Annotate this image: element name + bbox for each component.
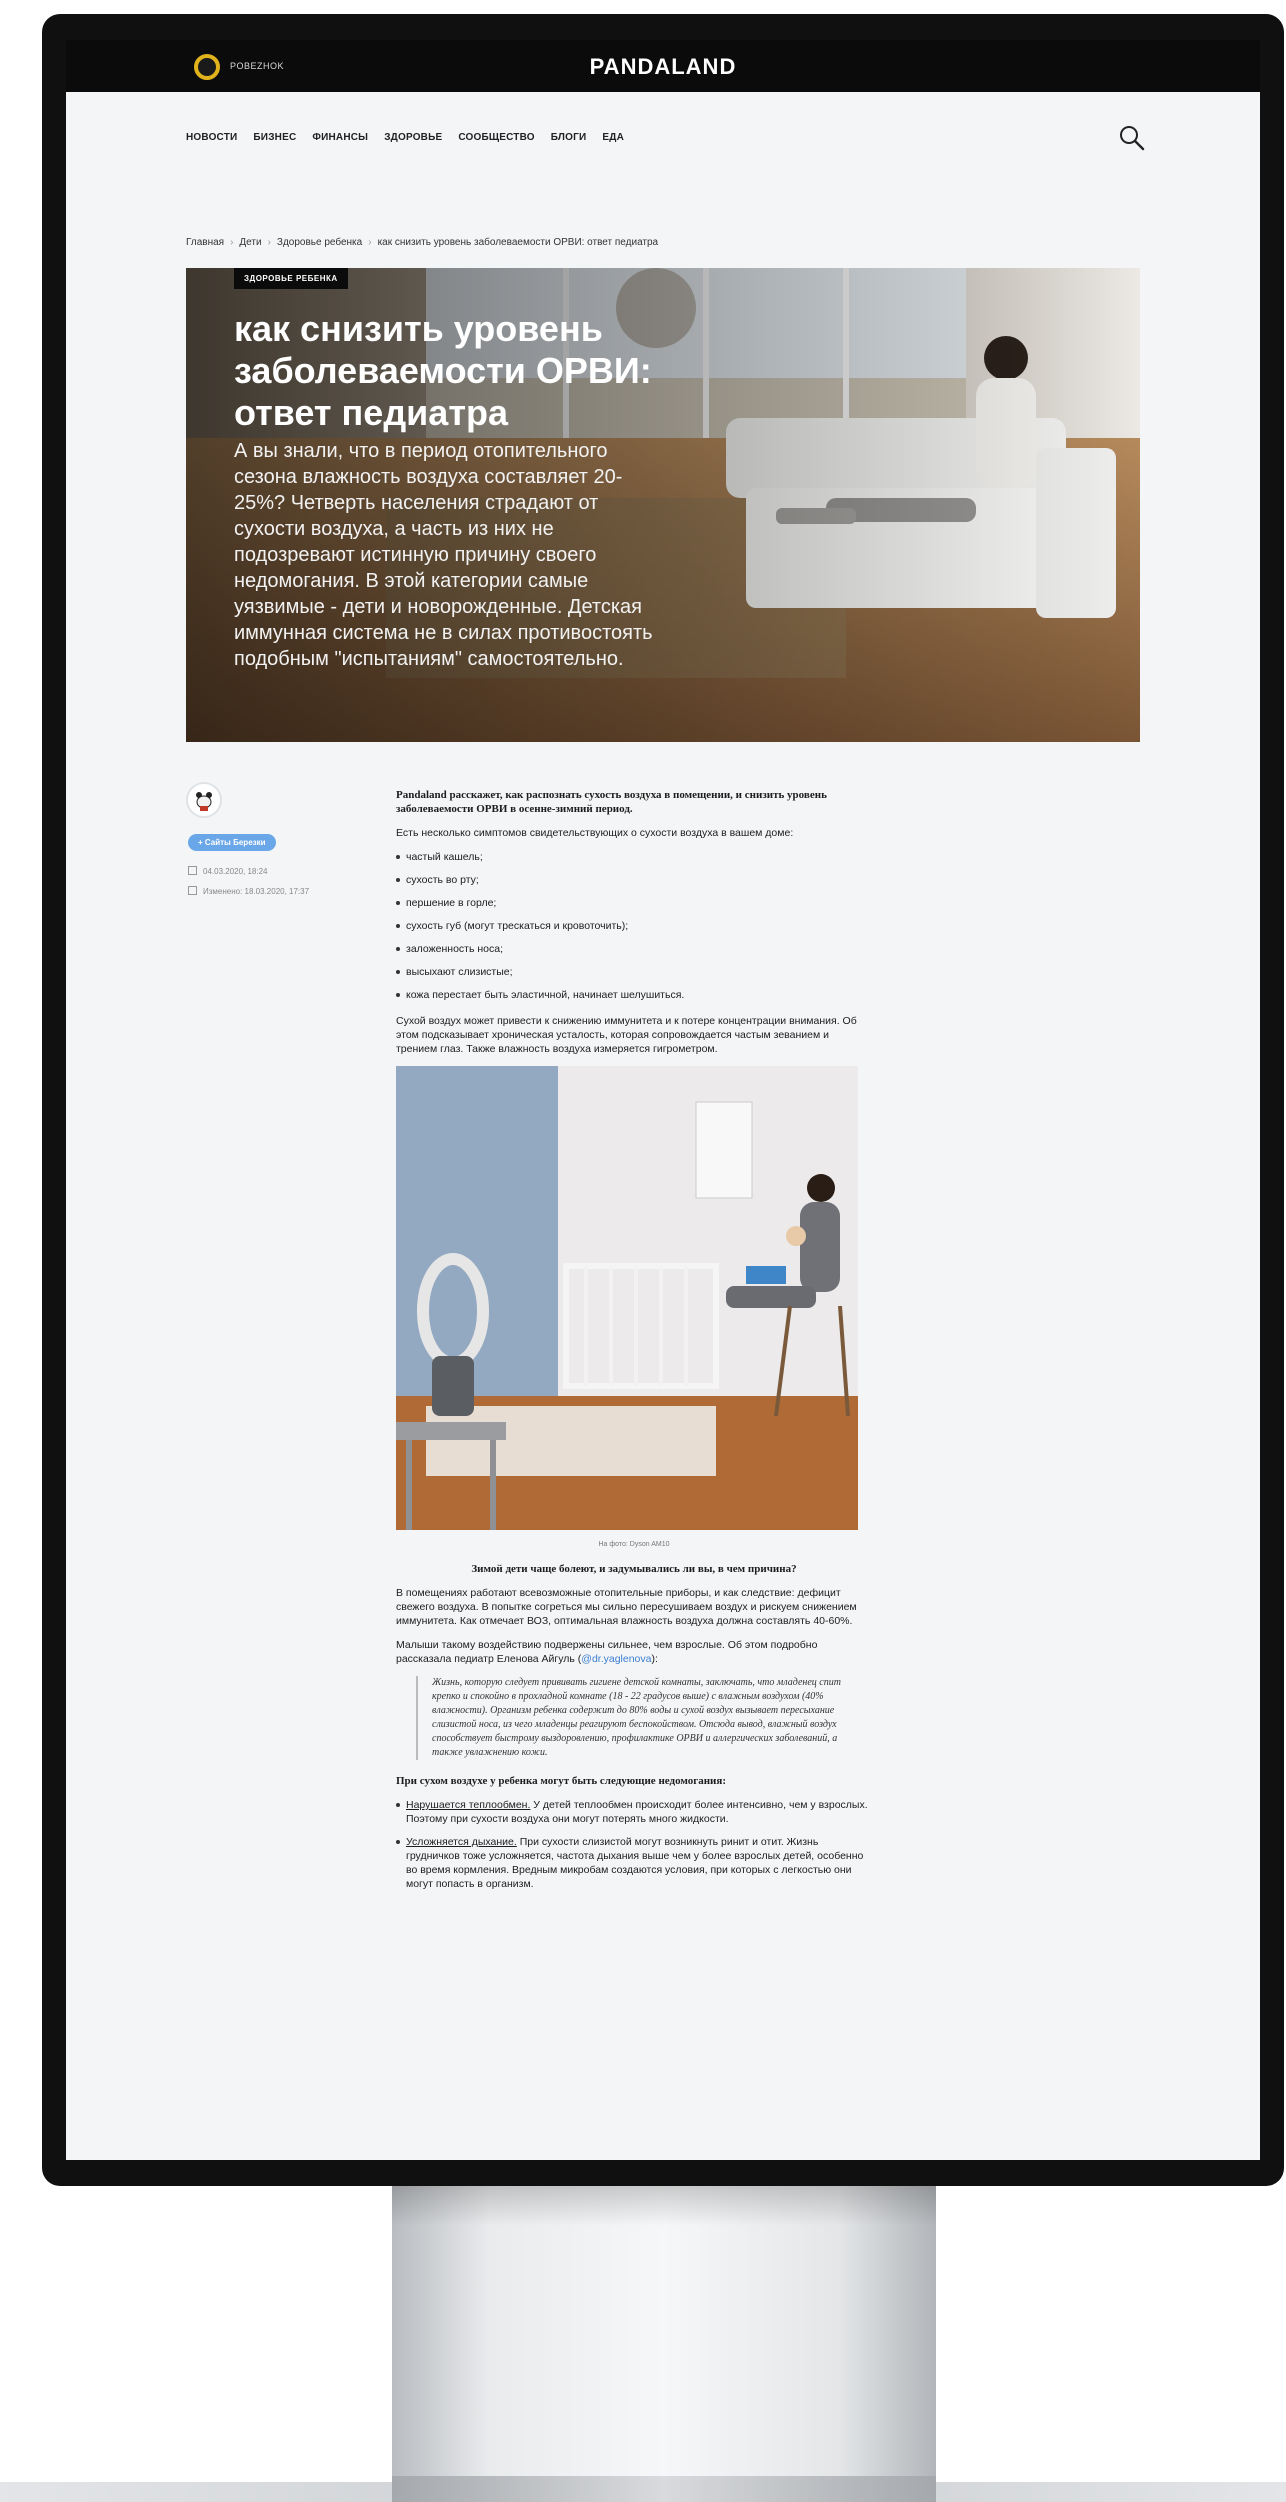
pediatrician-link[interactable]: @dr.yaglenova bbox=[581, 1653, 651, 1665]
clock-icon bbox=[188, 886, 197, 895]
nav-item-food[interactable]: ЕДА bbox=[602, 132, 624, 152]
list-item: заложенность носа; bbox=[396, 942, 872, 956]
avatar-icon bbox=[190, 786, 218, 814]
list-item: частый кашель; bbox=[396, 850, 872, 864]
author-tag-button[interactable]: + Сайты Березки bbox=[188, 834, 276, 851]
list-item: Нарушается теплообмен. У детей теплообме… bbox=[396, 1798, 872, 1826]
search-icon[interactable] bbox=[1118, 124, 1146, 152]
nav-item-blogs[interactable]: БЛОГИ bbox=[551, 132, 587, 152]
author-avatar[interactable] bbox=[186, 782, 222, 818]
list-item: Усложняется дыхание. При сухости слизист… bbox=[396, 1835, 872, 1891]
humidifier-photo bbox=[396, 1066, 858, 1530]
breadcrumb-kids-health[interactable]: Здоровье ребенка bbox=[277, 237, 362, 248]
stand-base bbox=[392, 2476, 936, 2502]
main-nav: НОВОСТИ БИЗНЕС ФИНАНСЫ ЗДОРОВЬЕ СООБЩЕСТ… bbox=[186, 132, 640, 152]
monitor-stand bbox=[392, 2186, 936, 2482]
nav-item-news[interactable]: НОВОСТИ bbox=[186, 132, 237, 152]
updated-date: Изменено: 18.03.2020, 17:37 bbox=[188, 886, 309, 896]
nav-item-finance[interactable]: ФИНАНСЫ bbox=[312, 132, 368, 152]
breadcrumb-kids[interactable]: Дети bbox=[239, 237, 261, 248]
section-heading: Зимой дети чаще болеют, и задумывались л… bbox=[471, 1563, 797, 1575]
issues-list: Нарушается теплообмен. У детей теплообме… bbox=[396, 1798, 872, 1891]
paragraph: Малыши такому воздействию подвержены сил… bbox=[396, 1639, 818, 1665]
list-item: высыхают слизистые; bbox=[396, 965, 872, 979]
pediatrician-quote: Жизнь, которую следует прививать гигиене… bbox=[416, 1676, 842, 1760]
paragraph: Сухой воздух может привести к снижению и… bbox=[396, 1015, 857, 1055]
article-body: Pandaland расскажет, как распознать сухо… bbox=[396, 788, 872, 1903]
article-title: как снизить уровень заболеваемости ОРВИ:… bbox=[234, 308, 652, 433]
site-brand[interactable]: PANDALAND bbox=[66, 54, 1260, 80]
breadcrumb-home[interactable]: Главная bbox=[186, 237, 224, 248]
publish-date: 04.03.2020, 18:24 bbox=[188, 866, 268, 876]
nav-item-health[interactable]: ЗДОРОВЬЕ bbox=[384, 132, 442, 152]
breadcrumb: Главная › Дети › Здоровье ребенка › как снизит… bbox=[186, 237, 659, 248]
monitor-frame: POBEZHOK PANDALAND НОВОСТИ БИЗНЕС ФИНАНС… bbox=[42, 14, 1284, 2186]
symptoms-list: частый кашель; сухость во рту; першение … bbox=[396, 850, 872, 1002]
photo-caption: На фото: Dyson AM10 bbox=[598, 1541, 670, 1548]
list-item: сухость губ (могут трескаться и кровоточ… bbox=[396, 919, 872, 933]
article-intro-bold: Pandaland расскажет, как распознать сухо… bbox=[396, 789, 827, 815]
paragraph: В помещениях работают всевозможные отопи… bbox=[396, 1587, 857, 1627]
article-lead: А вы знали, что в период отопительного с… bbox=[234, 440, 653, 670]
nav-item-business[interactable]: БИЗНЕС bbox=[253, 132, 296, 152]
list-item: кожа перестает быть эластичной, начинает… bbox=[396, 988, 872, 1002]
list-item: сухость во рту; bbox=[396, 873, 872, 887]
symptoms-intro: Есть несколько симптомов свидетельствующ… bbox=[396, 827, 794, 839]
category-badge[interactable]: ЗДОРОВЬЕ РЕБЕНКА bbox=[234, 268, 348, 289]
article-photo[interactable] bbox=[396, 1066, 858, 1530]
nav-item-community[interactable]: СООБЩЕСТВО bbox=[458, 132, 534, 152]
stand-shadow bbox=[392, 2186, 936, 2226]
breadcrumb-current: как снизить уровень заболеваемости ОРВИ:… bbox=[377, 237, 659, 248]
browser-screen: POBEZHOK PANDALAND НОВОСТИ БИЗНЕС ФИНАНС… bbox=[66, 40, 1260, 2160]
section-heading: При сухом воздухе у ребенка могут быть с… bbox=[396, 1775, 727, 1787]
list-item: першение в горле; bbox=[396, 896, 872, 910]
calendar-icon bbox=[188, 866, 197, 875]
site-topbar: POBEZHOK PANDALAND bbox=[66, 40, 1260, 92]
hero-banner: ЗДОРОВЬЕ РЕБЕНКА как снизить уровень заб… bbox=[186, 268, 1140, 742]
